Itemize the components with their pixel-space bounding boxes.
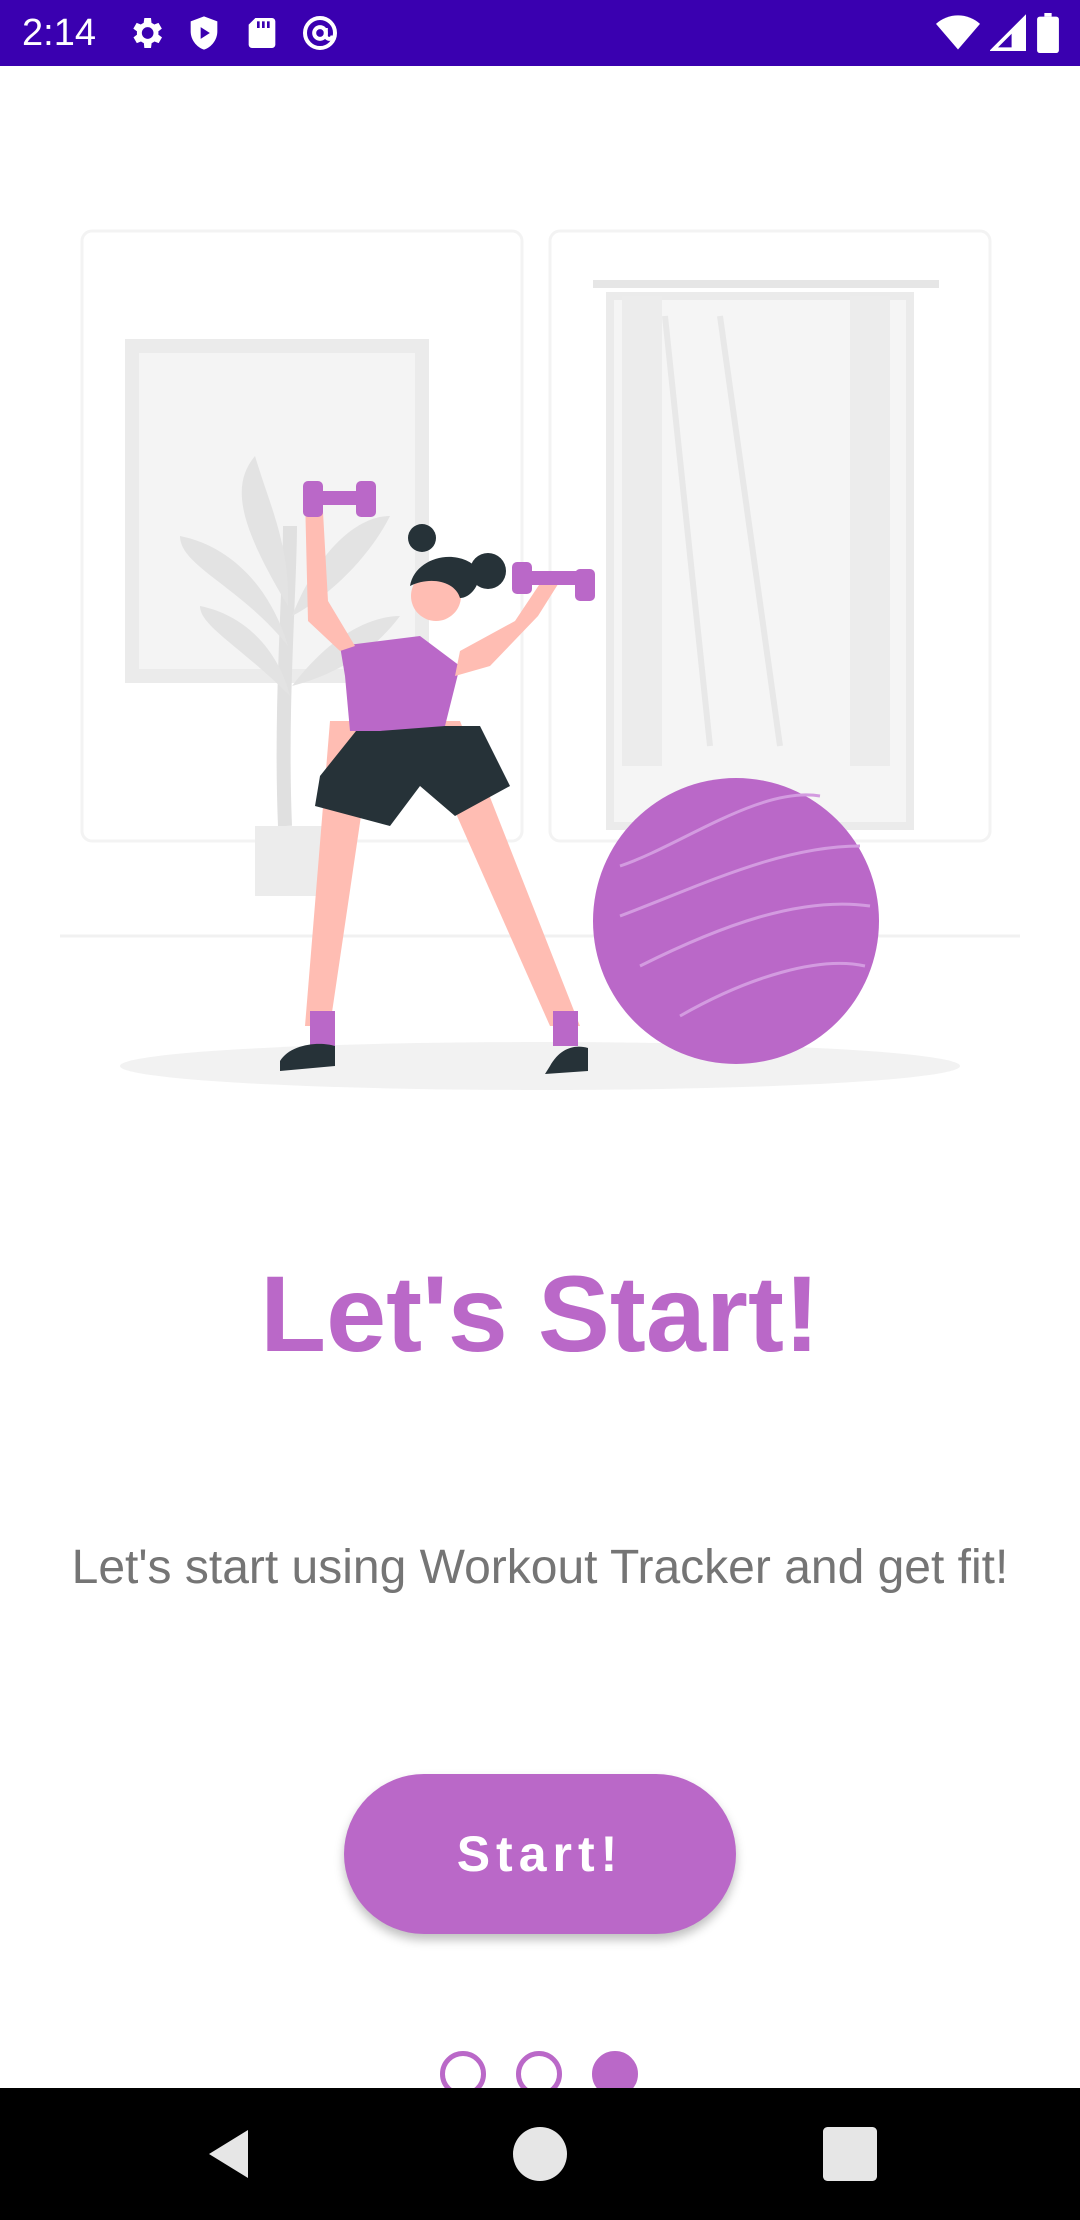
cellular-signal-icon: [990, 14, 1026, 51]
status-time: 2:14: [22, 12, 96, 54]
notification-icons: [126, 13, 340, 53]
system-icons: [936, 13, 1060, 53]
battery-icon: [1037, 13, 1059, 53]
woman-lifting-dumbbells-illustration: [60, 229, 1020, 1090]
back-icon[interactable]: [200, 2124, 260, 2184]
sd-card-icon: [248, 18, 276, 48]
onboarding-title: Let's Start!: [260, 1253, 820, 1374]
recents-icon[interactable]: [820, 2124, 880, 2184]
wifi-icon: [936, 15, 980, 50]
shield-play-icon: [190, 16, 218, 50]
at-sign-icon: [303, 16, 337, 50]
navigation-bar: [0, 2088, 1080, 2220]
onboarding-screen: Let's Start! Let's start using Workout T…: [0, 66, 1080, 2097]
home-icon[interactable]: [510, 2124, 570, 2184]
settings-gear-icon: [133, 18, 162, 48]
status-bar: 2:14: [0, 0, 1080, 66]
onboarding-subtitle: Let's start using Workout Tracker and ge…: [71, 1541, 1009, 1594]
start-button[interactable]: Start!: [344, 1774, 736, 1934]
